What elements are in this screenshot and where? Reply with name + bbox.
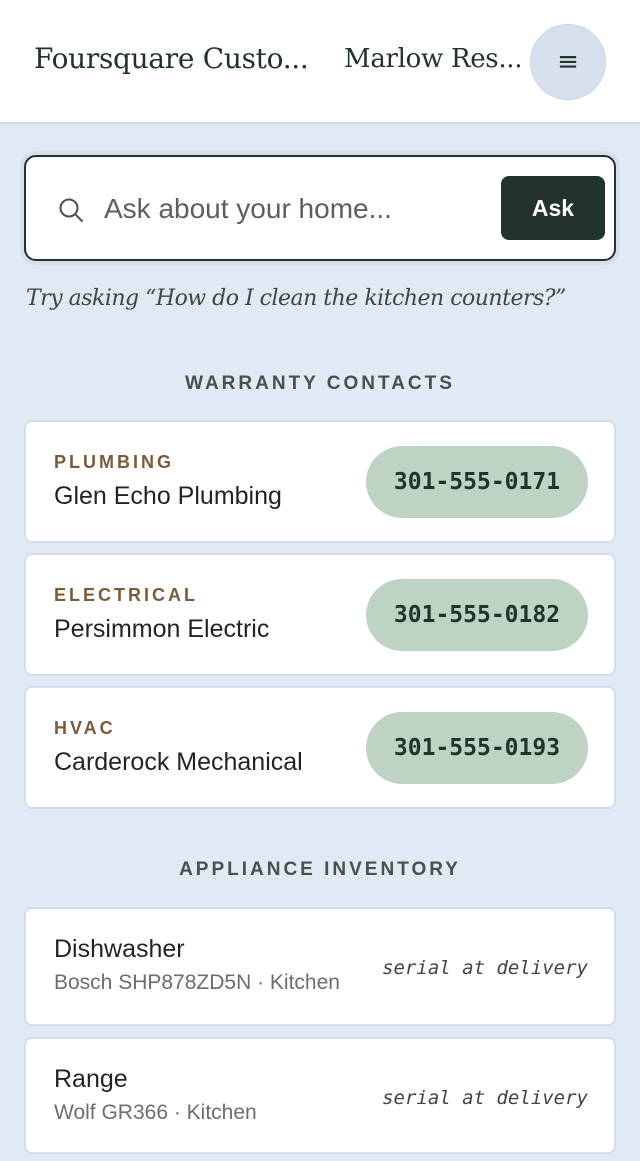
appliance-name: Range — [54, 1065, 128, 1093]
phone-button[interactable]: 301-555-0171 — [366, 446, 588, 518]
menu-button[interactable]: ≡ — [530, 24, 606, 100]
contact-name: Carderock Mechanical — [54, 748, 303, 776]
top-bar: Foursquare Custo... Marlow Res... ≡ — [0, 0, 640, 124]
contact-category: PLUMBING — [54, 452, 174, 472]
contact-category: ELECTRICAL — [54, 585, 198, 605]
appliance-section-title: APPLIANCE INVENTORY — [179, 859, 461, 880]
appliance-detail: Wolf GR366 · Kitchen — [54, 1101, 257, 1124]
phone-button[interactable]: 301-555-0193 — [366, 712, 588, 784]
search-box: Ask — [24, 155, 616, 261]
search-icon — [59, 198, 83, 222]
appliance-card[interactable]: Dishwasher Bosch SHP878ZD5N · Kitchen se… — [24, 907, 616, 1026]
appliance-serial: serial at delivery — [382, 1087, 588, 1109]
suggestion-hint[interactable]: Try asking “How do I clean the kitchen c… — [26, 286, 626, 311]
appliance-serial: serial at delivery — [382, 957, 588, 979]
search-input[interactable] — [104, 183, 494, 235]
home-name[interactable]: Marlow Res... — [344, 44, 523, 74]
appliance-detail: Bosch SHP878ZD5N · Kitchen — [54, 971, 340, 994]
warranty-card: ELECTRICAL Persimmon Electric 301-555-01… — [24, 553, 616, 676]
phone-button[interactable]: 301-555-0182 — [366, 579, 588, 651]
menu-icon: ≡ — [557, 47, 579, 77]
warranty-card: PLUMBING Glen Echo Plumbing 301-555-0171 — [24, 420, 616, 543]
contact-name: Glen Echo Plumbing — [54, 482, 282, 510]
warranty-card: HVAC Carderock Mechanical 301-555-0193 — [24, 686, 616, 809]
warranty-section-title: WARRANTY CONTACTS — [185, 373, 455, 394]
appliance-card[interactable]: Range Wolf GR366 · Kitchen serial at del… — [24, 1037, 616, 1154]
ask-button[interactable]: Ask — [501, 176, 605, 240]
contact-name: Persimmon Electric — [54, 615, 270, 643]
contact-category: HVAC — [54, 718, 116, 738]
appliance-name: Dishwasher — [54, 935, 185, 963]
brand-name[interactable]: Foursquare Custo... — [34, 42, 309, 75]
